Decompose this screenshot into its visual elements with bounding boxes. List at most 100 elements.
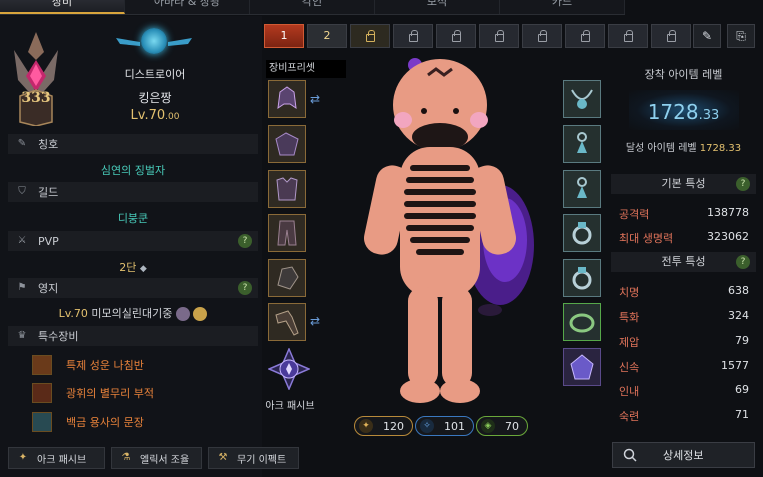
slot-gloves[interactable] xyxy=(268,259,306,297)
tab-avatar[interactable]: 아바타 & 장광 xyxy=(125,0,250,14)
class-emblem-icon xyxy=(141,28,167,54)
special-equipment-header: ♛ 특수장비 xyxy=(8,326,258,346)
special-item-crest[interactable]: 백금 용사의 문장 xyxy=(32,410,252,434)
crest-icon xyxy=(32,412,52,432)
ark-evolution-points[interactable]: ✦ 120 xyxy=(354,416,413,436)
bracelet-icon xyxy=(569,313,595,333)
stat-row: 공격력 138778 xyxy=(619,206,749,221)
item-level: 1728.33 xyxy=(647,100,720,124)
lock-icon xyxy=(365,30,375,42)
helmet-icon xyxy=(277,86,297,110)
slot-chest[interactable] xyxy=(268,170,306,208)
edit-icon: ✎ xyxy=(701,29,713,43)
stat-row: 최대 생명력 323062 xyxy=(619,230,749,245)
preset-tab-locked[interactable] xyxy=(479,24,519,48)
ark-passive-button[interactable]: ✦ 아크 패시브 xyxy=(8,447,105,469)
slot-earring-2[interactable] xyxy=(563,170,601,208)
hammer-icon xyxy=(275,310,299,336)
slot-pants[interactable] xyxy=(268,214,306,252)
title-section-header: ✎ 칭호 xyxy=(8,134,258,154)
search-icon xyxy=(623,448,637,462)
character-info-panel: 333 디스트로이어 킹은짱 Lv.70.00 ✎ 칭호 심연의 징벌자 ⛉ 길… xyxy=(0,16,262,477)
slot-ring-2[interactable] xyxy=(563,259,601,297)
main-tabs: 장비 아바타 & 장광 각인 보석 카드 xyxy=(0,0,625,15)
chest-armor-icon xyxy=(276,177,298,201)
lock-icon xyxy=(623,30,633,42)
help-icon[interactable]: ? xyxy=(736,255,750,269)
pen-icon: ✎ xyxy=(17,138,27,149)
sword-icon: ⚔ xyxy=(17,235,27,246)
help-icon[interactable]: ? xyxy=(238,281,252,295)
lock-icon xyxy=(451,30,461,42)
flag-icon: ⚑ xyxy=(17,282,27,293)
ark-leap-points[interactable]: ◈ 70 xyxy=(476,416,528,436)
ark-passive-emblem-icon[interactable] xyxy=(268,348,310,390)
link-icon: ⇄ xyxy=(310,314,321,328)
preset-tab-locked[interactable] xyxy=(522,24,562,48)
preset-tab-locked[interactable] xyxy=(393,24,433,48)
slot-earring-1[interactable] xyxy=(563,125,601,163)
estate-label: 영지 xyxy=(38,282,59,295)
lock-icon xyxy=(494,30,504,42)
tab-gem[interactable]: 보석 xyxy=(375,0,500,14)
stat-row: 숙련 71 xyxy=(619,408,749,423)
slot-ring-1[interactable] xyxy=(563,214,601,252)
preset-tab-2[interactable]: 2 xyxy=(307,24,347,48)
preset-tab-1[interactable]: 1 xyxy=(264,24,304,48)
tab-equipment[interactable]: 장비 xyxy=(0,0,125,14)
preset-manage-button[interactable]: ⎘ xyxy=(727,24,755,48)
slot-weapon[interactable] xyxy=(268,303,306,341)
title-label: 칭호 xyxy=(38,138,59,151)
link-icon: ⇄ xyxy=(310,92,321,106)
shoulder-icon xyxy=(275,132,299,156)
detail-info-button[interactable]: 상세정보 xyxy=(612,442,755,468)
ark-enlightenment-points[interactable]: ✧ 101 xyxy=(415,416,474,436)
lock-icon xyxy=(408,30,418,42)
slot-shoulder[interactable] xyxy=(268,125,306,163)
lock-icon xyxy=(666,30,676,42)
lock-icon xyxy=(537,30,547,42)
estate-level: Lv.70 xyxy=(58,307,88,320)
pvp-value: 2단 ◆ xyxy=(119,261,147,274)
stat-row: 치명 638 xyxy=(619,284,749,299)
special-item-compass[interactable]: 특제 성운 나침반 xyxy=(32,353,252,377)
character-model xyxy=(363,58,534,403)
slot-ability-stone[interactable] xyxy=(563,348,601,386)
ark-passive-label: 아크 패시브 xyxy=(265,401,315,412)
weapon-effect-button[interactable]: ⚒ 무기 이펙트 xyxy=(208,447,299,469)
preset-tab-locked[interactable] xyxy=(565,24,605,48)
guild-value: 디붕쿤 xyxy=(117,212,149,225)
stat-row: 인내 69 xyxy=(619,383,749,398)
preset-tab-locked[interactable] xyxy=(350,24,390,48)
elixir-button[interactable]: ⚗ 엘릭서 조율 xyxy=(111,447,202,469)
ark-passive-icon: ✦ xyxy=(18,452,28,463)
pvp-label: PVP xyxy=(38,234,59,248)
guild-label: 길드 xyxy=(38,186,59,199)
evolution-icon: ✦ xyxy=(359,419,373,433)
preset-tab-locked[interactable] xyxy=(651,24,691,48)
diamond-icon: ◆ xyxy=(139,264,147,274)
elixir-icon: ⚗ xyxy=(121,452,131,463)
slot-necklace[interactable] xyxy=(563,80,601,118)
preset-label: 장비프리셋 xyxy=(266,60,346,78)
help-icon[interactable]: ? xyxy=(736,177,750,191)
tab-engraving[interactable]: 각인 xyxy=(250,0,375,14)
necklace-icon xyxy=(571,89,593,109)
earring-icon xyxy=(577,177,587,198)
slot-helmet[interactable] xyxy=(268,80,306,118)
rank-number: 333 xyxy=(21,90,51,106)
help-icon[interactable]: ? xyxy=(238,234,252,248)
preset-tab-locked[interactable] xyxy=(608,24,648,48)
charm-icon xyxy=(32,383,52,403)
special-item-charm[interactable]: 광휘의 별무리 부적 xyxy=(32,381,252,405)
compass-icon xyxy=(32,355,52,375)
pants-icon xyxy=(277,220,297,246)
special-label: 특수장비 xyxy=(38,330,79,343)
lock-icon xyxy=(580,30,590,42)
bottom-button-bar: ✦ 아크 패시브 ⚗ 엘릭서 조율 ⚒ 무기 이펙트 xyxy=(8,447,299,469)
guild-section-header: ⛉ 길드 xyxy=(8,182,258,202)
edit-preset-button[interactable]: ✎ xyxy=(693,24,721,48)
preset-tab-locked[interactable] xyxy=(436,24,476,48)
tab-card[interactable]: 카드 xyxy=(500,0,625,14)
slot-bracelet[interactable] xyxy=(563,303,601,341)
